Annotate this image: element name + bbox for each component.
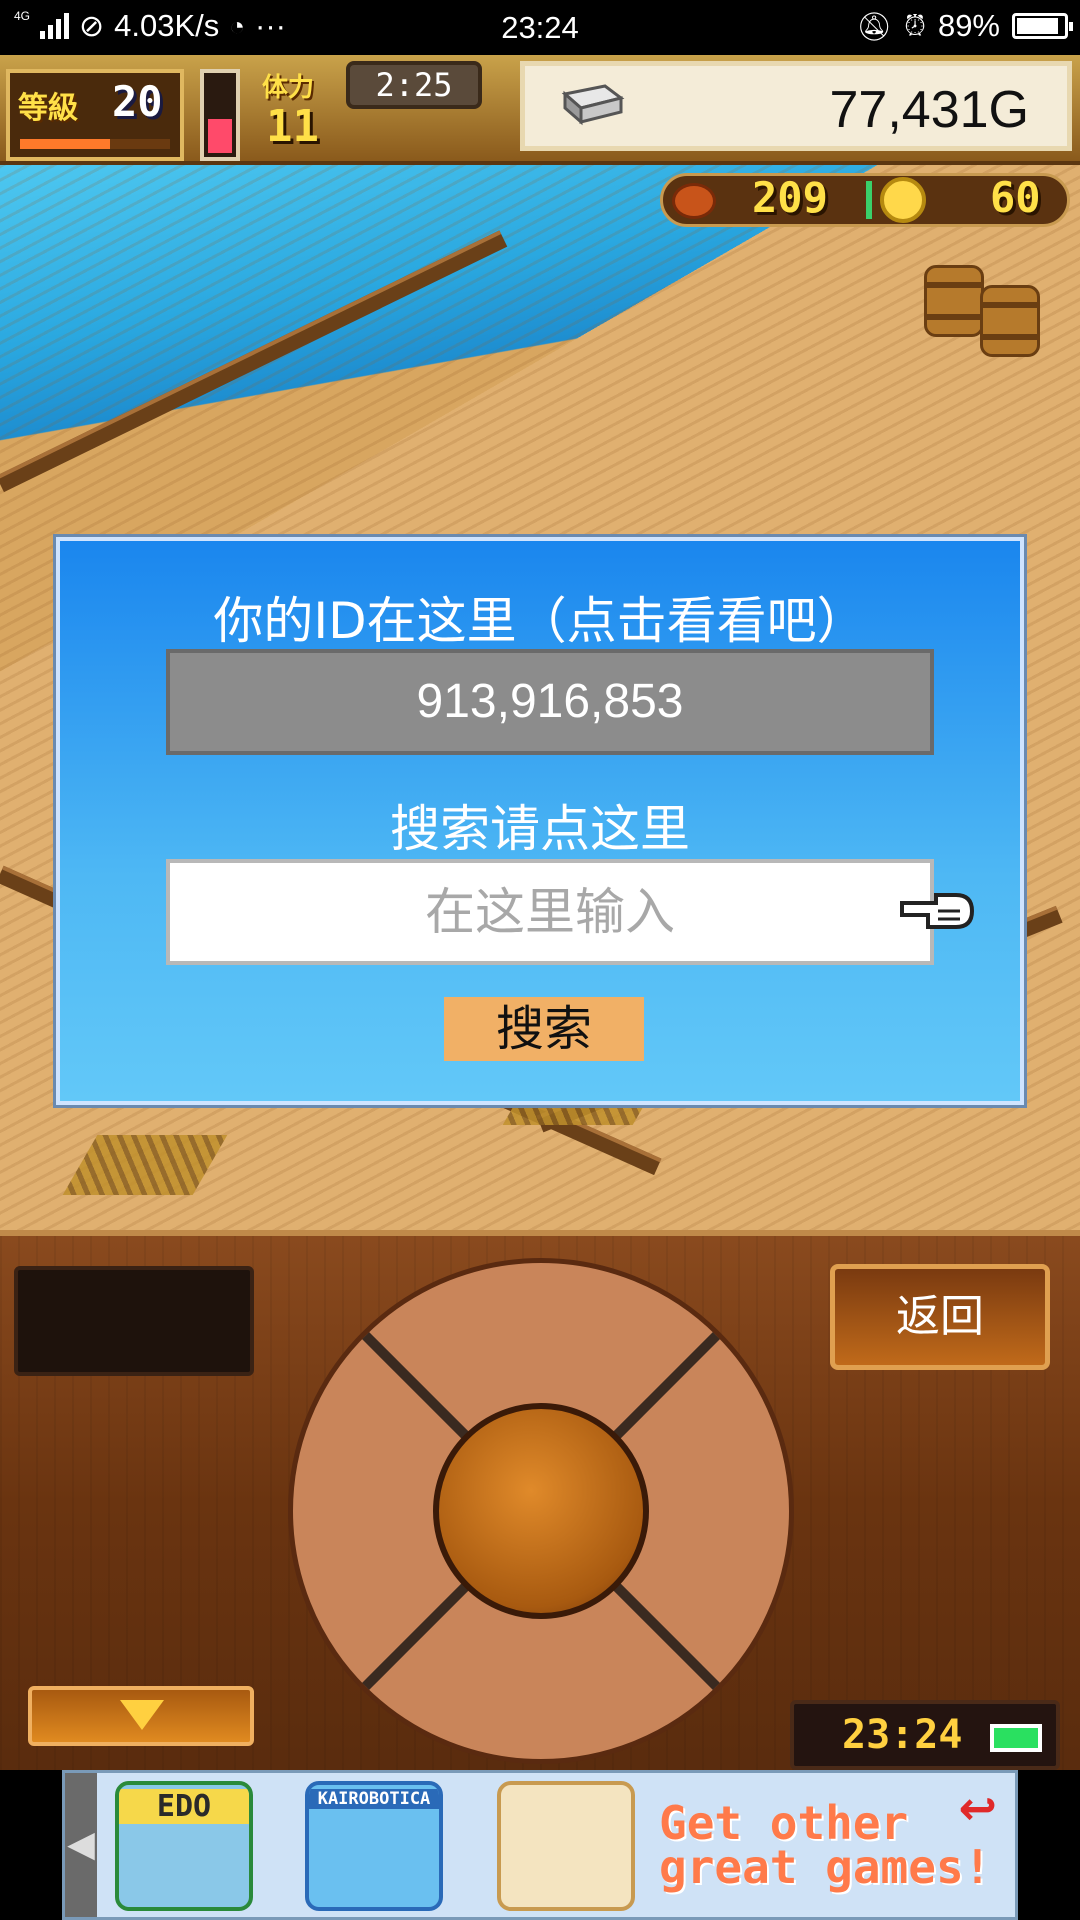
info-slot — [14, 1266, 254, 1376]
pointing-hand-icon — [900, 893, 975, 929]
level-label: 等級 — [18, 91, 78, 126]
stamina-value: 11 — [266, 101, 319, 152]
dialog-title: 你的ID在这里（点击看看吧） — [213, 592, 867, 650]
game-icon-edo[interactable]: EDO — [115, 1781, 253, 1911]
battery-icon — [990, 1724, 1042, 1752]
ad-cta-line2: great games! — [659, 1840, 992, 1894]
friend-search-dialog: 你的ID在这里（点击看看吧） 913,916,853 搜索请点这里 搜索 — [53, 534, 1027, 1108]
level-exp-bar — [20, 139, 170, 149]
level-panel: 等級 20 — [6, 69, 184, 161]
barrel — [924, 265, 984, 337]
search-button[interactable]: 搜索 — [444, 997, 644, 1061]
stamina-label: 体力 — [262, 73, 315, 103]
coin-count: 60 — [990, 173, 1041, 222]
ad-content[interactable]: ◀ EDO KAIROBOTICA Get other great games!… — [62, 1770, 1018, 1920]
meat-icon — [672, 183, 716, 219]
coin-icon — [880, 177, 926, 223]
ad-banner: ◀ EDO KAIROBOTICA Get other great games!… — [0, 1770, 1080, 1920]
control-panel: 返回 23:24 — [0, 1230, 1080, 1770]
game-icon-label: EDO — [119, 1789, 249, 1824]
status-bar: 4G ⊘ 4.03K/s ◔ ··· 23:24 🔕︎ ⏰︎ 89% — [0, 0, 1080, 55]
ad-cta-line1: Get other — [659, 1796, 909, 1850]
money-value: 77,431G — [829, 81, 1030, 139]
game-clock-time: 23:24 — [842, 1712, 963, 1758]
barrel — [980, 285, 1040, 357]
level-value: 20 — [112, 77, 163, 126]
ship-deck-scene: 209 60 你的ID在这里（点击看看吧） 913,916,853 搜索请点这里… — [0, 165, 1080, 1230]
alarm-icon: ⏰︎ — [904, 9, 926, 41]
stamina-gauge — [200, 69, 240, 161]
menu-toggle-button[interactable] — [28, 1686, 254, 1746]
top-hud: 等級 20 体力 11 2:25 77,431G — [0, 55, 1080, 165]
stamina-timer: 2:25 — [346, 61, 482, 109]
mute-icon: 🔕︎ — [856, 10, 893, 42]
chevron-down-icon — [120, 1700, 164, 1730]
ad-prev-icon[interactable]: ◀ — [65, 1773, 97, 1917]
dpad-center-button[interactable] — [433, 1403, 649, 1619]
silver-bar-icon — [561, 84, 625, 126]
food-count: 209 — [752, 173, 828, 222]
game-icon-kairobotica[interactable]: KAIROBOTICA — [305, 1781, 443, 1911]
search-label: 搜索请点这里 — [390, 800, 690, 858]
back-button[interactable]: 返回 — [830, 1264, 1050, 1370]
game-icon-restaurant[interactable] — [497, 1781, 635, 1911]
battery-percent: 89% — [937, 8, 1000, 43]
resource-divider — [866, 181, 872, 219]
game-clock: 23:24 — [790, 1700, 1060, 1770]
money-panel: 77,431G — [520, 61, 1072, 151]
player-id-box[interactable]: 913,916,853 — [166, 649, 934, 755]
directional-pad[interactable] — [288, 1258, 794, 1764]
search-input[interactable] — [166, 859, 934, 965]
game-icon-label: KAIROBOTICA — [309, 1789, 439, 1809]
ad-cta[interactable]: Get other great games! — [659, 1796, 992, 1894]
battery-icon — [1012, 13, 1073, 39]
return-icon: ↩ — [958, 1781, 997, 1835]
